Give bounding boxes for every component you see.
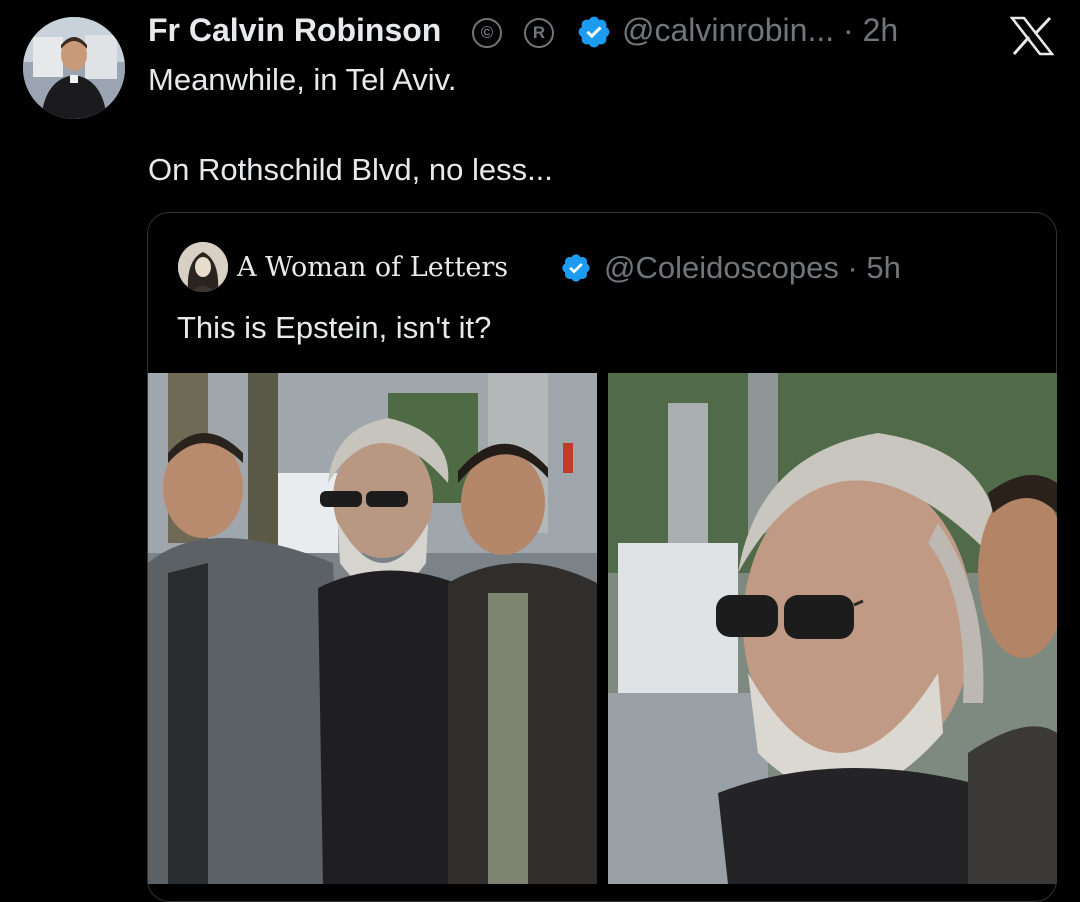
author-name[interactable]: Fr Calvin Robinson	[148, 12, 441, 49]
quoted-media-photo-left[interactable]	[148, 373, 597, 884]
tweet-text-line: On Rothschild Blvd, no less...	[148, 152, 553, 187]
tweet-text-line: Meanwhile, in Tel Aviv.	[148, 62, 457, 97]
x-logo-icon[interactable]	[1010, 16, 1054, 56]
author-avatar[interactable]	[23, 17, 125, 119]
affiliation-r-badge-icon: R	[524, 18, 554, 48]
quoted-media-photo-right[interactable]	[608, 373, 1057, 884]
quoted-author-handle-timestamp[interactable]: @Coleidoscopes · 5h	[604, 250, 901, 286]
quoted-author-avatar[interactable]	[178, 242, 228, 292]
affiliation-c-badge-icon: ©	[472, 18, 502, 48]
verified-badge-icon	[560, 252, 592, 284]
quoted-author-name[interactable]: A Woman of Letters	[237, 252, 508, 283]
quoted-tweet-text: This is Epstein, isn't it?	[177, 310, 492, 345]
author-handle-timestamp[interactable]: @calvinrobin... · 2h	[622, 12, 898, 49]
verified-badge-icon	[576, 14, 612, 50]
